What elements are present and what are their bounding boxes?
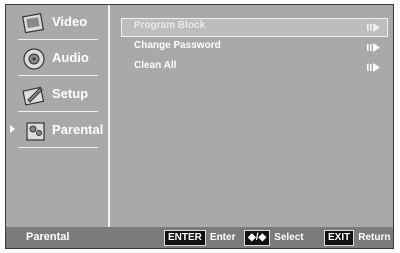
divider: [18, 75, 98, 76]
divider: [18, 147, 98, 148]
osd-screen: Video Audio Setup Parental Program Block…: [5, 4, 394, 249]
sidebar-item-audio[interactable]: Audio: [6, 43, 108, 83]
enter-hint: ENTER Enter: [164, 229, 236, 246]
help-bar: Parental ENTER Enter ◆/◆ Select EXIT Ret…: [6, 227, 393, 248]
chevron-right-icon: [367, 43, 380, 52]
selection-arrow-icon: [10, 125, 15, 133]
select-key: ◆/◆: [244, 229, 271, 246]
audio-icon: [23, 48, 45, 70]
exit-label: Return: [358, 232, 391, 243]
setup-icon: [22, 86, 45, 106]
menu-panel: Program Block Change Password Clean All: [114, 5, 393, 227]
divider: [18, 39, 98, 40]
current-menu-title: Parental: [26, 231, 70, 243]
sidebar-item-label: Setup: [52, 86, 89, 101]
chevron-right-icon: [367, 23, 380, 32]
select-label: Select: [274, 232, 304, 243]
select-hint: ◆/◆ Select: [244, 229, 304, 246]
exit-hint: EXIT Return: [324, 229, 391, 246]
parental-icon: [26, 122, 45, 141]
menu-item-program-block[interactable]: Program Block: [121, 18, 388, 37]
sidebar-item-label: Parental: [52, 122, 104, 137]
menu-item-change-password[interactable]: Change Password: [122, 39, 387, 56]
video-icon: [22, 13, 44, 34]
menu-item-clean-all[interactable]: Clean All: [122, 59, 387, 76]
menu-item-label: Change Password: [134, 40, 221, 51]
sidebar-item-label: Audio: [52, 50, 89, 65]
exit-key: EXIT: [324, 229, 355, 246]
sidebar: Video Audio Setup Parental: [6, 5, 108, 227]
menu-item-label: Program Block: [134, 20, 206, 31]
menu-item-label: Clean All: [134, 60, 177, 71]
chevron-right-icon: [367, 63, 380, 72]
enter-label: Enter: [209, 232, 236, 243]
sidebar-item-setup[interactable]: Setup: [6, 79, 108, 119]
divider: [18, 111, 98, 112]
sidebar-item-parental[interactable]: Parental: [6, 115, 108, 155]
sidebar-item-label: Video: [52, 14, 88, 29]
vertical-divider: [108, 5, 110, 227]
sidebar-item-video[interactable]: Video: [6, 7, 108, 47]
enter-key: ENTER: [164, 229, 206, 246]
